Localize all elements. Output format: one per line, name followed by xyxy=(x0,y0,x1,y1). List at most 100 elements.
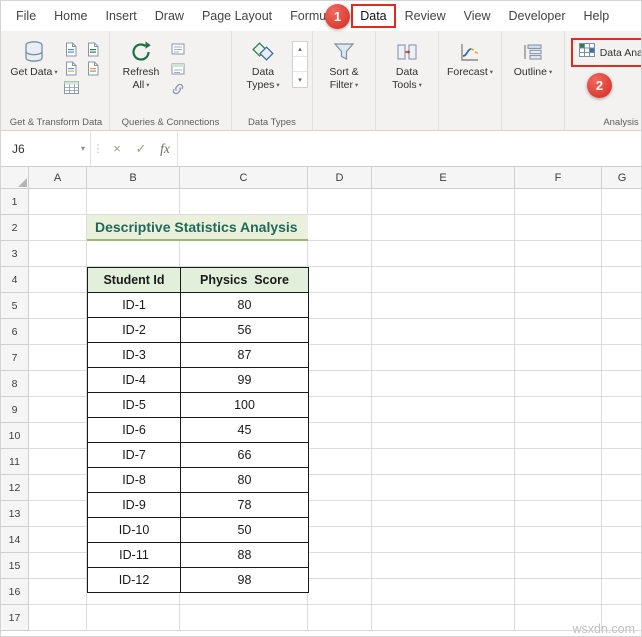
name-box-dropdown-icon[interactable]: ▾ xyxy=(81,144,85,153)
cell-A6[interactable] xyxy=(29,319,87,345)
table-cell[interactable]: ID-2 xyxy=(88,318,181,343)
row-header-13[interactable]: 13 xyxy=(1,501,29,527)
row-header-2[interactable]: 2 xyxy=(1,215,29,241)
cell-A5[interactable] xyxy=(29,293,87,319)
table-cell[interactable]: 98 xyxy=(181,568,309,593)
row-header-4[interactable]: 4 xyxy=(1,267,29,293)
column-header-D[interactable]: D xyxy=(308,167,372,189)
cell-F10[interactable] xyxy=(515,423,602,449)
formula-input[interactable] xyxy=(177,131,641,166)
name-box[interactable]: J6 ▾ xyxy=(1,131,91,166)
cell-F9[interactable] xyxy=(515,397,602,423)
data-analysis-button[interactable]: Data Analysis xyxy=(600,47,642,59)
cell-E12[interactable] xyxy=(372,475,515,501)
mini-tool-button[interactable] xyxy=(62,41,80,57)
table-header-cell[interactable]: Physics Score xyxy=(181,268,309,293)
cell-G14[interactable] xyxy=(602,527,641,553)
cell-C3[interactable] xyxy=(180,241,308,267)
menu-tab-review[interactable]: Review xyxy=(396,4,455,28)
mini-tool-button[interactable] xyxy=(84,41,102,57)
select-all-corner[interactable] xyxy=(1,167,29,189)
row-header-11[interactable]: 11 xyxy=(1,449,29,475)
cell-G10[interactable] xyxy=(602,423,641,449)
table-cell[interactable]: 99 xyxy=(181,368,309,393)
cell-A9[interactable] xyxy=(29,397,87,423)
cell-G5[interactable] xyxy=(602,293,641,319)
cell-D6[interactable] xyxy=(308,319,372,345)
forecast-button[interactable]: Forecast▾ xyxy=(443,34,497,79)
table-cell[interactable]: ID-4 xyxy=(88,368,181,393)
table-cell[interactable]: 100 xyxy=(181,393,309,418)
row-header-7[interactable]: 7 xyxy=(1,345,29,371)
gallery-up-icon[interactable]: ▴ xyxy=(293,42,307,57)
cell-F4[interactable] xyxy=(515,267,602,293)
edit-links-button[interactable] xyxy=(169,81,187,97)
column-header-E[interactable]: E xyxy=(372,167,515,189)
cell-B1[interactable] xyxy=(87,189,180,215)
table-cell[interactable]: 88 xyxy=(181,543,309,568)
cell-G9[interactable] xyxy=(602,397,641,423)
cell-F11[interactable] xyxy=(515,449,602,475)
cell-E3[interactable] xyxy=(372,241,515,267)
column-header-G[interactable]: G xyxy=(602,167,641,189)
table-cell[interactable]: 80 xyxy=(181,468,309,493)
column-header-B[interactable]: B xyxy=(87,167,180,189)
table-cell[interactable]: ID-1 xyxy=(88,293,181,318)
data-types-button[interactable]: Data Types▾ xyxy=(236,34,290,92)
table-cell[interactable]: ID-6 xyxy=(88,418,181,443)
cell-A1[interactable] xyxy=(29,189,87,215)
table-cell[interactable]: ID-3 xyxy=(88,343,181,368)
menu-tab-insert[interactable]: Insert xyxy=(97,4,146,28)
row-header-5[interactable]: 5 xyxy=(1,293,29,319)
cell-E14[interactable] xyxy=(372,527,515,553)
cell-E5[interactable] xyxy=(372,293,515,319)
cell-F6[interactable] xyxy=(515,319,602,345)
cell-G3[interactable] xyxy=(602,241,641,267)
enter-button[interactable]: ✓ xyxy=(129,131,153,166)
outline-button[interactable]: Outline▾ xyxy=(506,34,560,79)
cell-A14[interactable] xyxy=(29,527,87,553)
cell-F1[interactable] xyxy=(515,189,602,215)
cell-A15[interactable] xyxy=(29,553,87,579)
cell-D7[interactable] xyxy=(308,345,372,371)
cell-D3[interactable] xyxy=(308,241,372,267)
cell-G1[interactable] xyxy=(602,189,641,215)
row-header-1[interactable]: 1 xyxy=(1,189,29,215)
menu-tab-home[interactable]: Home xyxy=(45,4,96,28)
row-header-6[interactable]: 6 xyxy=(1,319,29,345)
table-cell[interactable]: 56 xyxy=(181,318,309,343)
column-header-C[interactable]: C xyxy=(180,167,308,189)
cell-E11[interactable] xyxy=(372,449,515,475)
cell-G4[interactable] xyxy=(602,267,641,293)
cell-A4[interactable] xyxy=(29,267,87,293)
cell-F2[interactable] xyxy=(515,215,602,241)
table-cell[interactable]: 50 xyxy=(181,518,309,543)
row-header-9[interactable]: 9 xyxy=(1,397,29,423)
workbook-connections-button[interactable] xyxy=(169,61,187,77)
refresh-all-button[interactable]: Refresh All▾ xyxy=(114,34,168,92)
cell-G2[interactable] xyxy=(602,215,641,241)
gallery-middle[interactable] xyxy=(293,57,307,72)
cell-E6[interactable] xyxy=(372,319,515,345)
cell-E2[interactable] xyxy=(372,215,515,241)
cell-G6[interactable] xyxy=(602,319,641,345)
table-cell[interactable]: ID-8 xyxy=(88,468,181,493)
menu-tab-page-layout[interactable]: Page Layout xyxy=(193,4,281,28)
row-header-12[interactable]: 12 xyxy=(1,475,29,501)
cell-D4[interactable] xyxy=(308,267,372,293)
cell-E16[interactable] xyxy=(372,579,515,605)
cell-F3[interactable] xyxy=(515,241,602,267)
table-cell[interactable]: ID-11 xyxy=(88,543,181,568)
table-cell[interactable]: ID-12 xyxy=(88,568,181,593)
mini-tool-button[interactable] xyxy=(62,60,80,76)
cell-E4[interactable] xyxy=(372,267,515,293)
cell-A11[interactable] xyxy=(29,449,87,475)
cell-D14[interactable] xyxy=(308,527,372,553)
cell-D15[interactable] xyxy=(308,553,372,579)
menu-tab-view[interactable]: View xyxy=(455,4,500,28)
gallery-down-icon[interactable]: ▾ xyxy=(293,72,307,87)
cell-F8[interactable] xyxy=(515,371,602,397)
table-header-cell[interactable]: Student Id xyxy=(88,268,181,293)
cell-A3[interactable] xyxy=(29,241,87,267)
cell-F13[interactable] xyxy=(515,501,602,527)
